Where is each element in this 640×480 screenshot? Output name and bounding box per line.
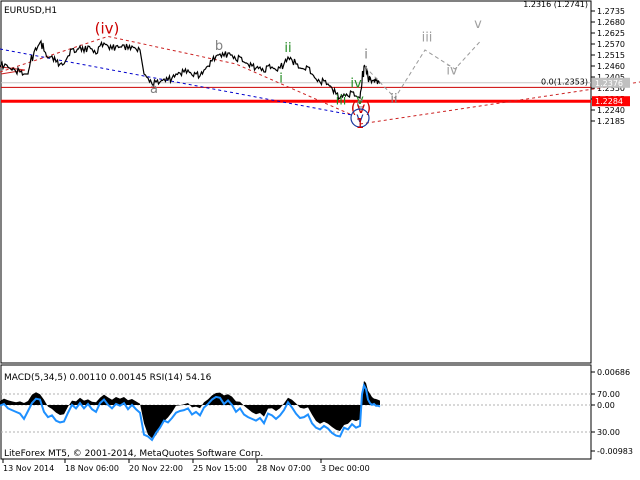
top-right-label: 1.2316 (1.2741)	[523, 0, 588, 9]
price-tick-label: 1.2625	[597, 29, 625, 38]
wave-label: iv	[446, 63, 458, 78]
current-price-label: 1.2376	[595, 79, 623, 88]
indicator-tick-label: -0.00983	[597, 447, 633, 456]
wave-label: (iv)	[95, 20, 120, 38]
indicator-tick-label: 0.00	[597, 401, 615, 410]
wave-label: iv	[350, 77, 362, 92]
indicator-axis: 0.00686 70.00 0.00 30.00 -0.00983	[591, 368, 633, 456]
fib-level-label: 0.0(1.2353)	[541, 77, 588, 86]
wave-label: b	[215, 39, 223, 54]
indicator-title: MACD(5,34,5) 0.00110 0.00145 RSI(14) 54.…	[4, 373, 212, 383]
time-tick-label: 3 Dec 00:00	[321, 464, 370, 473]
wave-label: i	[279, 71, 283, 86]
wave-label: 1	[356, 117, 364, 132]
wave-label: ii	[390, 92, 397, 107]
support-price-label: 1.2284	[595, 97, 623, 106]
time-tick-label: 13 Nov 2014	[3, 464, 54, 473]
price-tick-label: 1.2240	[597, 106, 625, 115]
symbol-label: EURUSD,H1	[4, 6, 57, 16]
wave-label: a	[150, 82, 158, 97]
price-chart: (iv)b ii iiiivivai iviiiii vc(v)v1 1.27351.2…	[0, 0, 640, 473]
price-axis: 1.27351.26801.26251.25701.25151.24601.24…	[591, 7, 630, 126]
price-tick-label: 1.2680	[597, 18, 625, 27]
time-tick-label: 18 Nov 06:00	[65, 464, 119, 473]
wave-label: ii	[284, 41, 291, 56]
indicator-tick-label: 0.00686	[597, 368, 630, 377]
copyright-label: LiteForex MT5, © 2001-2014, MetaQuotes S…	[4, 449, 263, 459]
price-tick-label: 1.2515	[597, 51, 625, 60]
wave-label: iii	[422, 31, 433, 46]
wave-label: iii	[336, 94, 347, 109]
price-tick-label: 1.2185	[597, 117, 625, 126]
wave-label: v	[474, 17, 482, 32]
indicator-tick-label: 30.00	[597, 428, 620, 437]
price-tick-label: 1.2735	[597, 7, 625, 16]
price-tick-label: 1.2460	[597, 62, 625, 71]
time-axis: 13 Nov 2014 18 Nov 06:00 20 Nov 22:00 25 No…	[2, 459, 370, 473]
indicator-tick-label: 70.00	[597, 390, 620, 399]
time-tick-label: 25 Nov 15:00	[193, 464, 247, 473]
wave-label: i	[364, 47, 368, 62]
main-chart-frame	[0, 0, 592, 364]
time-tick-label: 20 Nov 22:00	[129, 464, 183, 473]
time-tick-label: 28 Nov 07:00	[257, 464, 311, 473]
price-tick-label: 1.2570	[597, 40, 625, 49]
